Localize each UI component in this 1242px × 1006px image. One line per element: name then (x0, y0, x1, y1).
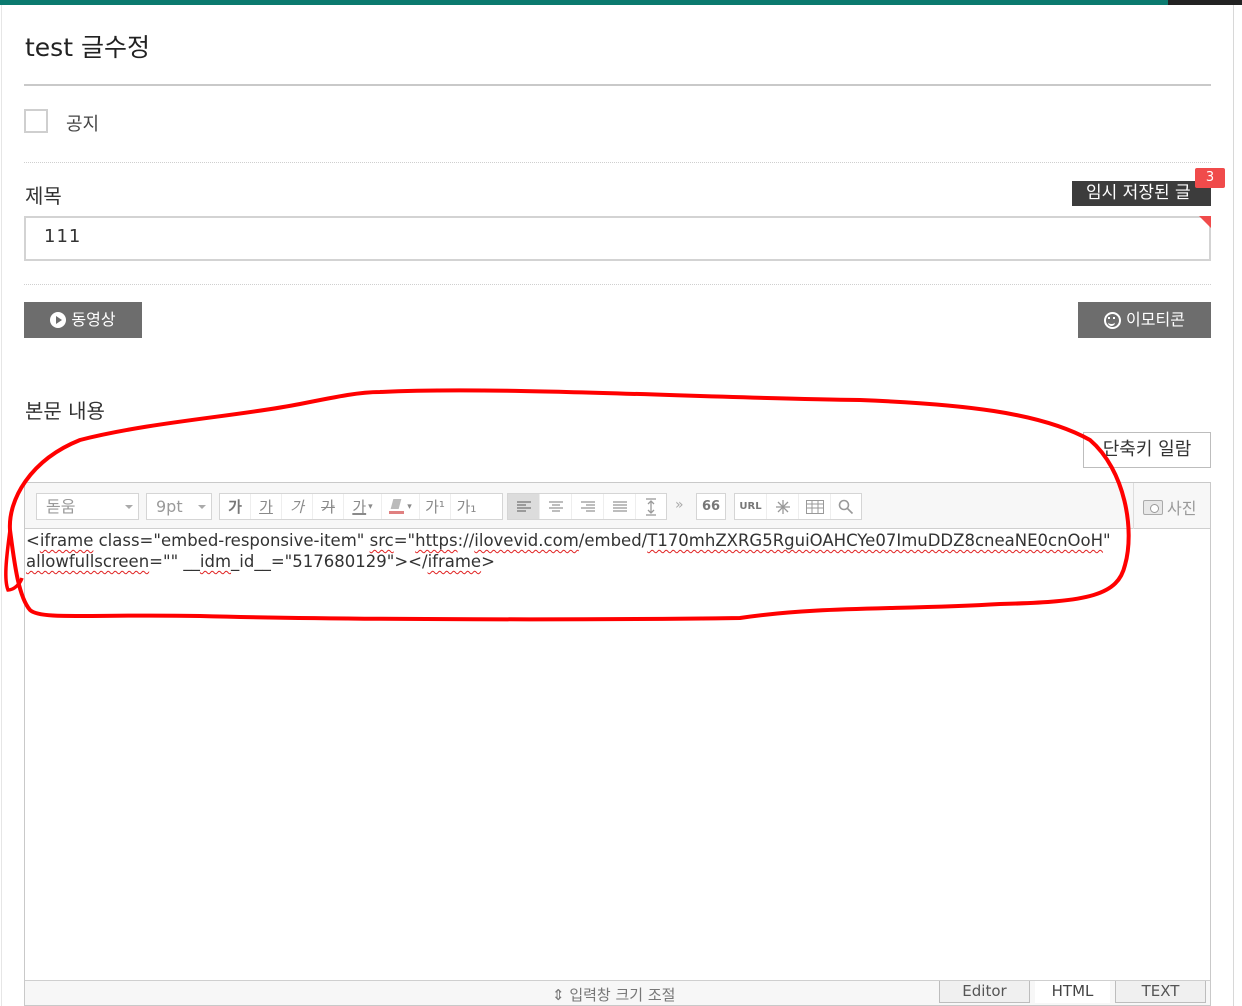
highlighter-icon (389, 499, 405, 514)
editor-toolbar: 돋움 9pt 가 가 가 가 가 ▾ ▾ 가¹ 가₁ » 66 URL 사진 (25, 483, 1210, 529)
emoticon-button[interactable]: 이모티콘 (1078, 302, 1211, 338)
resize-handle[interactable]: ⇕ 입력창 크기 조절 (552, 984, 675, 1005)
drafts-count-badge: 3 (1195, 168, 1225, 188)
quote-button[interactable]: 66 (697, 494, 725, 519)
toolbar-separator (1133, 483, 1134, 529)
top-accent-bar (0, 0, 1242, 5)
play-icon (50, 312, 67, 328)
align-right-button[interactable] (572, 494, 604, 519)
font-color-button[interactable]: 가 ▾ (344, 494, 382, 519)
align-justify-icon (612, 500, 627, 512)
code-text: iframe (39, 531, 94, 550)
quote-group: 66 (696, 493, 726, 520)
highlight-button[interactable]: ▾ (382, 494, 420, 519)
code-text: _id__="517680129"></ (231, 552, 428, 571)
notice-checkbox[interactable] (24, 109, 48, 133)
right-border (1233, 5, 1234, 1006)
code-text: allowfullscreen (26, 552, 150, 571)
code-text: /embed/ (578, 531, 648, 550)
video-button[interactable]: 동영상 (24, 302, 142, 338)
align-left-icon (516, 500, 531, 512)
editor-footer: ⇕ 입력창 크기 조절 Editor HTML TEXT (25, 980, 1210, 1005)
corner-marker (1199, 216, 1211, 228)
alignment-group (507, 493, 667, 520)
smile-icon (1104, 311, 1122, 329)
editor-content-area[interactable]: <iframe class="embed-responsive-item" sr… (26, 530, 1209, 980)
code-text: ="" __ (149, 552, 200, 571)
saved-drafts-button[interactable]: 임시 저장된 글 (1072, 181, 1211, 206)
code-text: class="embed-responsive-item" (93, 531, 370, 550)
superscript-button[interactable]: 가¹ (420, 494, 451, 519)
code-text: src (369, 531, 394, 550)
find-button[interactable] (831, 494, 861, 519)
align-left-button[interactable] (508, 494, 540, 519)
code-text: T170mhZXRG5RguiOAHCYe07ImuDDZ8cneaNE0cnO… (647, 531, 1104, 550)
photo-button-label: 사진 (1167, 499, 1197, 518)
code-text: > (481, 552, 495, 571)
subject-input[interactable]: 111 (24, 216, 1211, 261)
asterisk-icon (775, 499, 790, 514)
body-label: 본문 내용 (25, 399, 105, 423)
code-text: https (415, 531, 458, 550)
code-text: " (1103, 531, 1111, 550)
code-text: =" (393, 531, 416, 550)
line-height-icon (646, 497, 656, 516)
top-accent-bar-dark (1168, 0, 1242, 5)
code-text: < (26, 531, 40, 550)
align-justify-button[interactable] (604, 494, 636, 519)
underline-button[interactable]: 가 (251, 494, 282, 519)
content-line-2: allowfullscreen="" __idm_id__="517680129… (26, 551, 1209, 572)
video-button-label: 동영상 (71, 310, 116, 329)
title-divider (24, 84, 1211, 86)
shortcut-list-button[interactable]: 단축키 일람 (1083, 432, 1211, 468)
align-right-icon (580, 500, 595, 512)
emoticon-button-label: 이모티콘 (1126, 310, 1185, 329)
chevron-down-icon (125, 505, 133, 509)
align-center-icon (548, 500, 563, 512)
content-line-1: <iframe class="embed-responsive-item" sr… (26, 530, 1209, 551)
divider-dotted (24, 284, 1211, 285)
rich-text-editor: 돋움 9pt 가 가 가 가 가 ▾ ▾ 가¹ 가₁ » 66 URL 사진 <… (24, 482, 1211, 1006)
special-char-button[interactable] (767, 494, 799, 519)
font-family-value: 돋움 (46, 497, 76, 516)
table-icon (805, 499, 824, 514)
hand-drawn-stroke-tail (4, 529, 24, 592)
tab-text[interactable]: TEXT (1115, 981, 1206, 1003)
search-icon (838, 499, 854, 514)
chevron-down-icon (198, 505, 206, 509)
code-text: ilovevid.com (474, 531, 579, 550)
more-tools-icon[interactable]: » (675, 497, 684, 513)
left-border (1, 5, 2, 1006)
tab-editor[interactable]: Editor (939, 981, 1030, 1003)
url-link-button[interactable]: URL (735, 494, 767, 519)
camera-icon (1143, 499, 1163, 515)
font-size-value: 9pt (156, 497, 183, 516)
tab-html[interactable]: HTML (1035, 981, 1110, 1003)
table-button[interactable] (799, 494, 831, 519)
line-height-button[interactable] (636, 494, 666, 519)
strikethrough-button[interactable]: 가 (313, 494, 344, 519)
divider-dotted (24, 162, 1211, 163)
page-title: test 글수정 (25, 33, 150, 62)
font-color-glyph: 가 (352, 498, 367, 516)
code-text: iframe (427, 552, 482, 571)
text-style-group: 가 가 가 가 가 ▾ ▾ 가¹ 가₁ (219, 493, 503, 520)
italic-button[interactable]: 가 (282, 494, 313, 519)
align-center-button[interactable] (540, 494, 572, 519)
subscript-button[interactable]: 가₁ (451, 494, 482, 519)
subject-label: 제목 (25, 184, 62, 208)
font-family-select[interactable]: 돋움 (36, 493, 139, 520)
font-size-select[interactable]: 9pt (146, 493, 212, 520)
code-text: :// (457, 531, 475, 550)
code-text: idm (199, 552, 232, 571)
bold-button[interactable]: 가 (220, 494, 251, 519)
insert-group: URL (734, 493, 862, 520)
notice-label: 공지 (66, 114, 100, 135)
photo-button[interactable]: 사진 (1143, 495, 1196, 519)
